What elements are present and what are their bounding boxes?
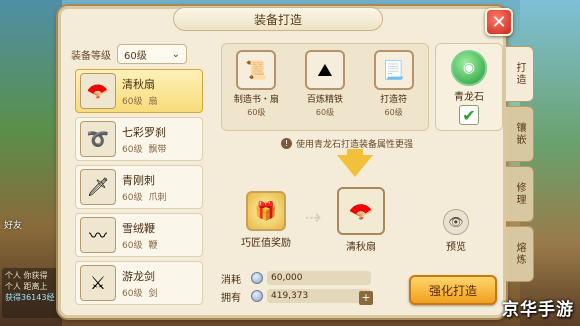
sword-icon: ⚔ [80, 265, 116, 301]
own-label: 拥有 [221, 292, 241, 304]
watermark: 京华手游 [502, 300, 574, 320]
whip-icon: 〰 [80, 217, 116, 253]
tab-smelt[interactable]: 熔炼 [506, 226, 534, 282]
item-type: 爪刺 [148, 192, 167, 203]
tab-forge[interactable]: 打造 [506, 46, 534, 102]
item-level: 60级 [122, 288, 143, 299]
fan-icon: 🪭 [337, 187, 385, 235]
consume-value: 60,000 [267, 271, 371, 285]
item-type: 剑 [148, 288, 158, 299]
reward-label: 巧匠值奖励 [241, 238, 291, 249]
list-item[interactable]: 〰 雪绒鞭 60级鞭 [75, 213, 203, 257]
friends-label[interactable]: 好友 [4, 218, 22, 231]
item-type: 鞭 [148, 240, 158, 251]
level-select-value: 60级 [124, 50, 147, 62]
level-select[interactable]: 60级 ⌄ [117, 44, 187, 64]
chat-line: 获得36143经 [5, 293, 55, 302]
material-item[interactable]: 📃 打造符 60级 [363, 50, 425, 118]
dragon-stone-icon: ◉ [451, 50, 487, 86]
level-filter-label: 装备等级 [71, 50, 111, 62]
equipment-list[interactable]: 🪭 清秋扇 60级扇 ➰ 七彩罗刹 60级 飘带 🗡 青刚刺 60级 爪刺 〰 雪绒… [75, 69, 203, 319]
material-item[interactable]: ⛰ 百炼精铁 60级 [294, 50, 356, 118]
material-name: 打造符 [380, 95, 408, 105]
treasure-chest-icon: 🎁 [246, 191, 286, 231]
chat-line: 个人 你获得 [5, 271, 48, 280]
tab-repair[interactable]: 修理 [506, 166, 534, 222]
info-icon: ! [281, 138, 292, 149]
silver-coin-icon [251, 290, 263, 302]
item-level: 60级 [122, 240, 143, 251]
materials-panel: 📜 制造书・扇 60级 ⛰ 百炼精铁 60级 📃 打造符 60级 [221, 43, 429, 131]
material-level: 60级 [384, 108, 403, 117]
window-title: 装备打造 [173, 7, 383, 31]
dragon-stone-name: 青龙石 [454, 92, 484, 103]
material-item[interactable]: 📜 制造书・扇 60级 [225, 50, 287, 118]
material-level: 60级 [315, 108, 335, 117]
level-filter: 装备等级 60级 ⌄ [71, 43, 211, 65]
item-name: 游龙剑 [122, 269, 155, 283]
forge-target[interactable]: 🪭 清秋扇 [337, 187, 385, 253]
item-name: 清秋扇 [122, 77, 155, 91]
arrow-right-icon: ⇢ [305, 205, 322, 229]
material-level: 60级 [247, 108, 266, 117]
list-item[interactable]: ➰ 七彩罗刹 60级 飘带 [75, 117, 203, 161]
claw-icon: 🗡 [80, 169, 116, 205]
item-level: 60级 [122, 96, 143, 107]
item-type: 扇 [148, 96, 158, 107]
eye-icon: 👁 [443, 209, 469, 235]
iron-ore-icon: ⛰ [304, 50, 345, 90]
fan-icon: 🪭 [80, 73, 116, 109]
add-currency-button[interactable]: + [359, 291, 373, 305]
talisman-icon: 📃 [373, 50, 414, 90]
dragon-stone-slot[interactable]: ◉ 青龙石 ✔ [435, 43, 503, 131]
arrow-down-icon [337, 155, 373, 177]
ribbon-icon: ➰ [80, 121, 116, 157]
chevron-down-icon: ⌄ [171, 48, 180, 60]
list-item[interactable]: 🪭 清秋扇 60级扇 [75, 69, 203, 113]
side-tabs: 打造 镶嵌 修理 熔炼 [506, 46, 534, 282]
own-value: 419,373 [267, 289, 371, 303]
target-label: 清秋扇 [346, 242, 376, 253]
list-item[interactable]: 🗡 青刚刺 60级 爪刺 [75, 165, 203, 209]
chat-box[interactable]: 个人 你获得 个人 距离上 获得36143经 [2, 268, 62, 318]
close-button[interactable]: ✕ [485, 8, 513, 36]
preview-label: 预览 [446, 242, 466, 253]
item-name: 雪绒鞭 [122, 221, 155, 235]
cost-box: 消耗 60,000 拥有 419,373 [221, 269, 371, 307]
forge-panel: 装备打造 装备等级 60级 ⌄ 🪭 清秋扇 60级扇 ➰ 七彩罗刹 60级 飘带 … [58, 6, 506, 318]
silver-coin-icon [251, 272, 263, 284]
cost-consume-row: 消耗 60,000 [221, 269, 371, 287]
blueprint-icon: 📜 [236, 50, 277, 90]
list-item[interactable]: ⚔ 游龙剑 60级剑 [75, 261, 203, 305]
item-name: 青刚刺 [122, 173, 155, 187]
tab-inlay[interactable]: 镶嵌 [506, 106, 534, 162]
cost-own-row: 拥有 419,373 [221, 287, 371, 305]
chat-line: 个人 距离上 [5, 282, 48, 291]
item-level: 60级 [122, 192, 143, 203]
item-level: 60级 [122, 144, 143, 155]
preview-button[interactable]: 👁 预览 [443, 209, 469, 253]
consume-label: 消耗 [221, 274, 241, 286]
craftsman-reward[interactable]: 🎁 巧匠值奖励 [241, 191, 291, 249]
material-name: 制造书・扇 [233, 95, 279, 105]
dragon-stone-checkbox[interactable]: ✔ [459, 105, 479, 125]
forge-button[interactable]: 强化打造 [409, 275, 497, 305]
item-type: 飘带 [148, 144, 167, 155]
forge-result-area: 🎁 巧匠值奖励 ⇢ 🪭 清秋扇 👁 预览 [221, 187, 503, 265]
material-name: 百炼精铁 [306, 95, 343, 105]
item-name: 七彩罗刹 [122, 125, 166, 139]
